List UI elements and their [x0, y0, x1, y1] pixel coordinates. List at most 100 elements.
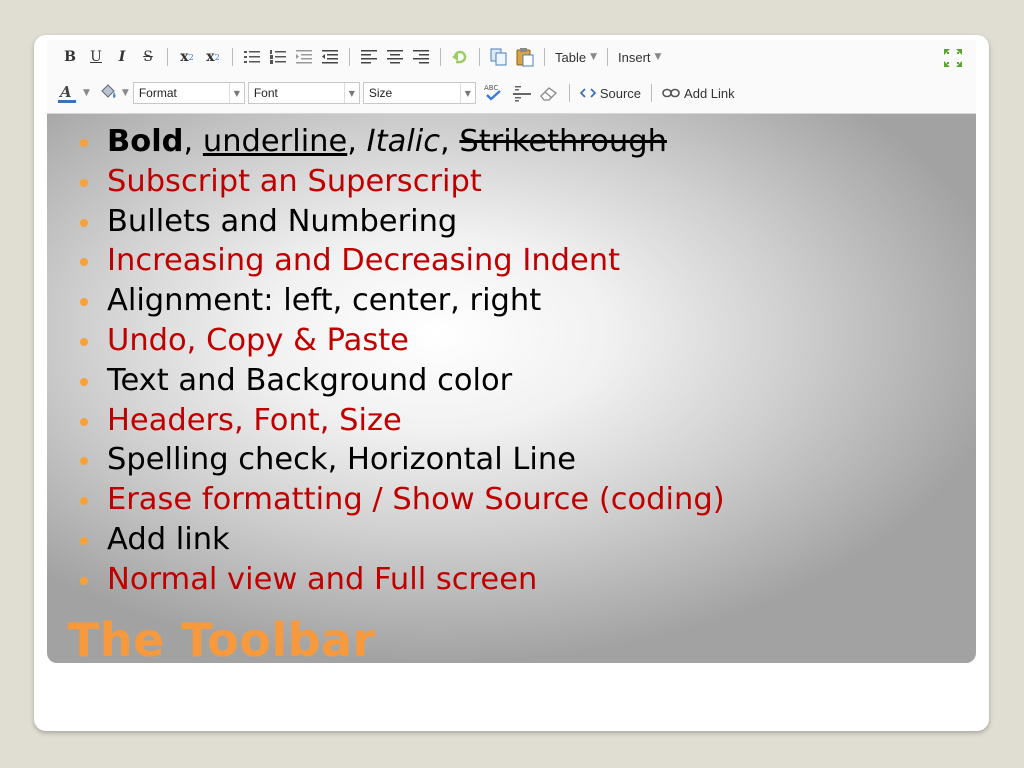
align-left-button[interactable]	[357, 45, 381, 69]
background-color-button[interactable]: ▼	[95, 81, 132, 105]
spell-check-button[interactable]: ABC	[480, 81, 508, 105]
copy-icon	[490, 48, 507, 66]
text-color-icon: A	[58, 83, 76, 103]
align-center-button[interactable]	[383, 45, 407, 69]
format-select[interactable]: Format ▼	[132, 82, 245, 104]
toolbar-separator	[479, 48, 480, 66]
list-item: Text and Background color	[78, 361, 725, 401]
size-select-value: Size	[368, 86, 393, 100]
list-item: Add link	[78, 520, 725, 560]
add-link-button[interactable]: Add Link	[659, 81, 738, 105]
fullscreen-icon	[944, 49, 962, 67]
copy-button[interactable]	[487, 45, 511, 69]
bold-label: B	[64, 49, 76, 65]
font-select-value: Font	[253, 86, 278, 100]
list-item: Erase formatting / Show Source (coding)	[78, 480, 725, 520]
underline-text-sample: underline	[202, 124, 348, 159]
spell-check-label: ABC	[484, 84, 498, 92]
code-icon	[579, 88, 596, 98]
chevron-down-icon: ▼	[590, 52, 597, 62]
list-item: Subscript an Superscript	[78, 162, 725, 202]
chevron-down-icon: ▼	[343, 83, 359, 103]
add-link-label: Add Link	[684, 85, 735, 101]
bulleted-list-icon	[244, 51, 260, 63]
table-menu-button[interactable]: Table ▼	[552, 45, 600, 69]
list-item: Undo, Copy & Paste	[78, 321, 725, 361]
size-select[interactable]: Size ▼	[362, 82, 476, 104]
list-item: Alignment: left, center, right	[78, 281, 725, 321]
toolbar-separator	[440, 48, 441, 66]
strike-label: S	[143, 49, 153, 65]
chevron-down-icon: ▼	[121, 88, 129, 98]
numbered-list-icon	[270, 50, 286, 64]
subscript-button[interactable]: x2	[175, 45, 199, 69]
source-label: Source	[599, 85, 642, 101]
toolbar-separator	[349, 48, 350, 66]
decrease-indent-icon	[296, 50, 312, 64]
toolbar-separator	[232, 48, 233, 66]
list-item: Headers, Font, Size	[78, 401, 725, 441]
chevron-down-icon: ▼	[83, 88, 90, 98]
horizontal-line-button[interactable]	[510, 81, 534, 105]
toolbar-separator	[167, 48, 168, 66]
increase-indent-button[interactable]	[318, 45, 342, 69]
bold-button[interactable]: B	[58, 45, 82, 69]
separator-text: ,	[440, 124, 460, 159]
paste-button[interactable]	[513, 45, 537, 69]
strikethrough-button[interactable]: S	[136, 45, 160, 69]
list-item: Increasing and Decreasing Indent	[78, 241, 725, 281]
separator-text: ,	[183, 124, 203, 159]
insert-menu-button[interactable]: Insert ▼	[615, 45, 664, 69]
underline-label: U	[90, 49, 102, 65]
feature-bullet-list: Bold, underline, Italic, Strikethrough S…	[78, 122, 725, 600]
italic-text-sample: Italic	[366, 124, 441, 159]
list-item: Bullets and Numbering	[78, 202, 725, 242]
toolbar-separator	[607, 48, 608, 66]
bulleted-list-button[interactable]	[240, 45, 264, 69]
horizontal-line-icon	[512, 86, 531, 102]
font-select[interactable]: Font ▼	[247, 82, 360, 104]
align-right-icon	[413, 50, 429, 64]
italic-label: I	[118, 49, 126, 65]
spell-check-icon: ABC	[484, 84, 501, 101]
align-center-icon	[387, 50, 403, 64]
format-select-value: Format	[138, 86, 177, 100]
subscript-sub: 2	[188, 52, 194, 62]
eraser-button[interactable]	[536, 81, 562, 105]
text-color-button[interactable]: A ▼	[54, 81, 93, 105]
superscript-label: x	[206, 49, 215, 65]
slide-title: The Toolbar	[68, 613, 376, 667]
decrease-indent-button[interactable]	[292, 45, 316, 69]
toolbar-row-2: A ▼ ▼ Format ▼ Font ▼ Size ▼ ABC Source Add…	[53, 78, 739, 108]
align-left-icon	[361, 50, 377, 64]
paste-icon	[516, 48, 534, 67]
subscript-label: x	[180, 49, 189, 65]
superscript-sup: 2	[214, 52, 220, 62]
chevron-down-icon: ▼	[228, 83, 244, 103]
paint-bucket-icon	[101, 84, 116, 98]
editor-toolbar: B U I S x2 x2 Table ▼ Insert ▼ A ▼ ▼ For…	[47, 40, 976, 114]
increase-indent-icon	[322, 50, 338, 64]
list-item: Normal view and Full screen	[78, 560, 725, 600]
undo-button[interactable]	[448, 45, 472, 69]
toolbar-separator	[568, 84, 570, 102]
svg-text:A: A	[58, 83, 72, 101]
list-item: Spelling check, Horizontal Line	[78, 440, 725, 480]
undo-icon	[452, 50, 467, 64]
bold-text-sample: Bold	[107, 124, 184, 159]
chevron-down-icon: ▼	[654, 52, 662, 62]
strikethrough-text-sample: Strikethrough	[459, 124, 667, 159]
toolbar-row-1: B U I S x2 x2 Table ▼ Insert ▼	[57, 42, 665, 72]
superscript-button[interactable]: x2	[201, 45, 225, 69]
fullscreen-button[interactable]	[939, 46, 967, 70]
chevron-down-icon: ▼	[459, 83, 475, 103]
align-right-button[interactable]	[409, 45, 433, 69]
table-menu-label: Table	[555, 49, 587, 65]
link-icon	[662, 88, 680, 98]
italic-button[interactable]: I	[110, 45, 134, 69]
source-button[interactable]: Source	[577, 81, 644, 105]
separator-text: ,	[347, 124, 367, 159]
numbered-list-button[interactable]	[266, 45, 290, 69]
underline-button[interactable]: U	[84, 45, 108, 69]
toolbar-separator	[651, 84, 653, 102]
